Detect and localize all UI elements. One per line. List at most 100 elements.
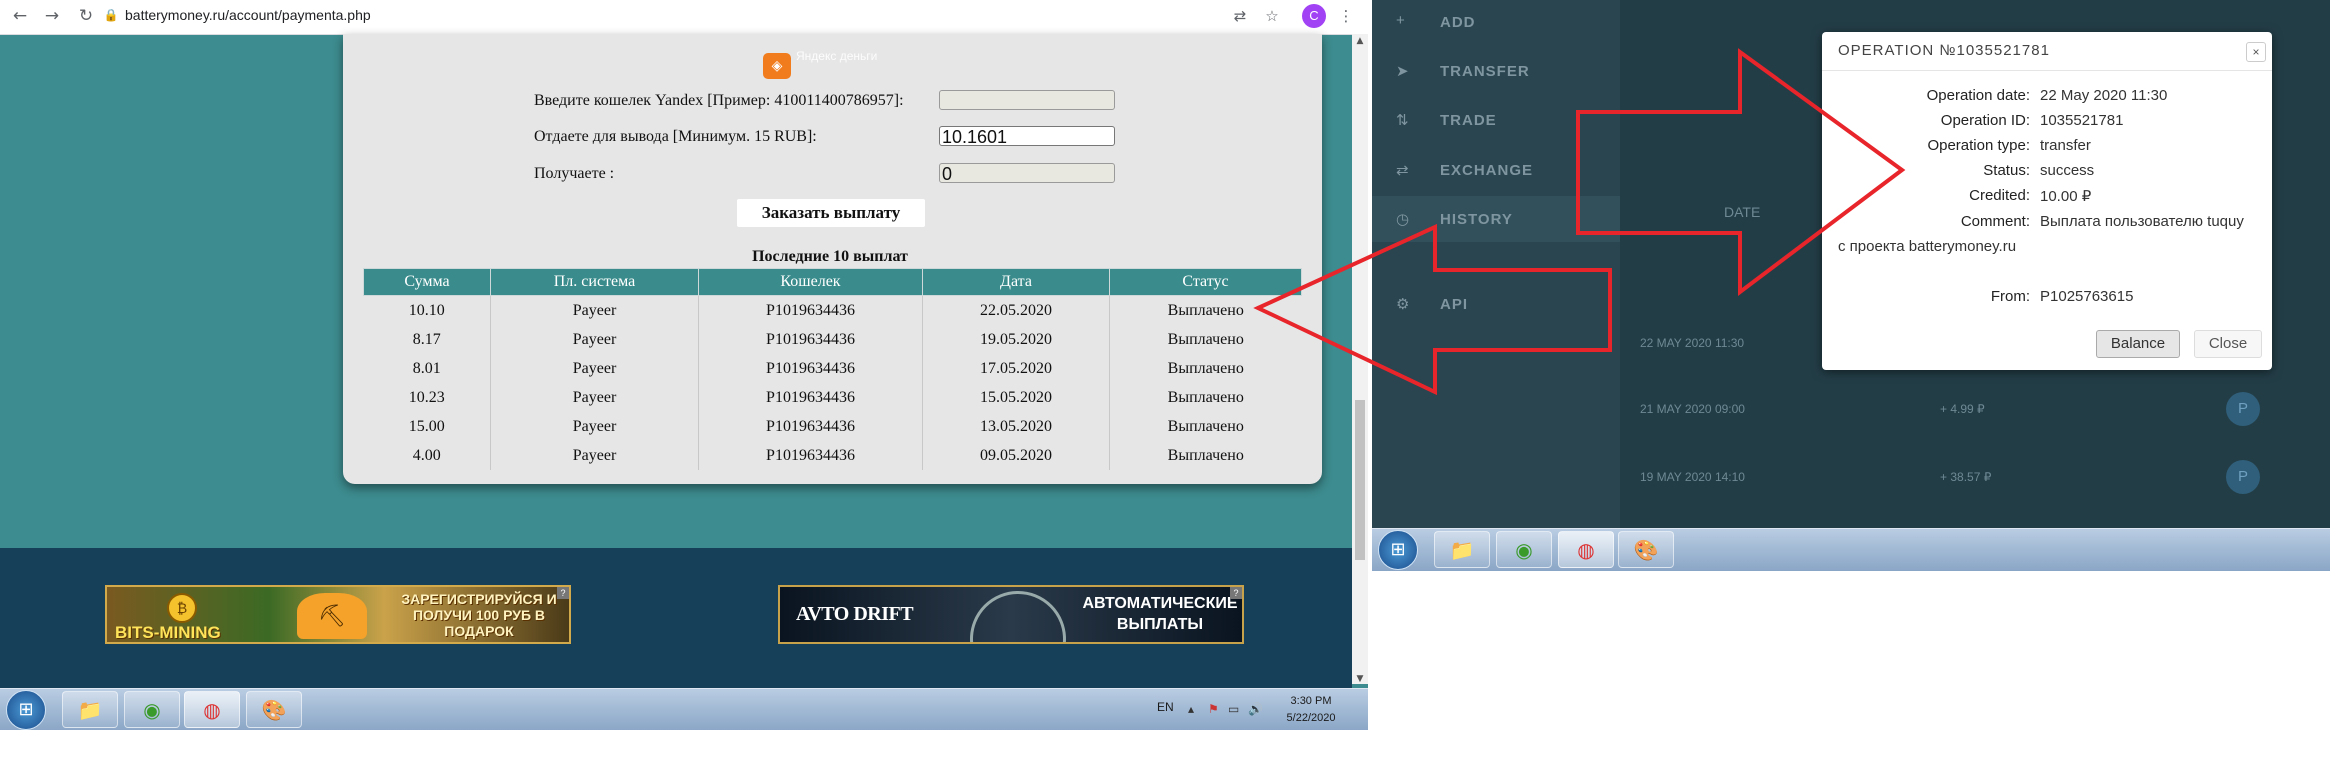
payeer-logo: P: [2226, 392, 2260, 426]
sidebar-item-trade[interactable]: TRADE: [1440, 112, 1497, 129]
comment-value-continued: с проекта batterymoney.ru: [1838, 238, 2017, 255]
transfer-icon: ➤: [1396, 63, 1409, 80]
comment-label: Comment:: [1960, 213, 2030, 230]
system-cell: Payeer: [490, 441, 699, 470]
system-cell: Payeer: [490, 325, 699, 354]
status-cell: Выплачено: [1167, 301, 1244, 319]
scroll-down-icon[interactable]: ▼: [1352, 672, 1368, 686]
taskbar-app-green[interactable]: ◉: [1496, 531, 1552, 568]
yandex-money-logo: ◈: [763, 53, 791, 79]
folder-icon: 📁: [77, 698, 103, 722]
app-icon: ◉: [143, 698, 161, 722]
address-bar[interactable]: batterymoney.ru/account/paymenta.php: [125, 7, 371, 23]
date-cell: 09.05.2020: [922, 441, 1110, 470]
sidebar-item-transfer[interactable]: TRANSFER: [1440, 63, 1530, 80]
lock-icon[interactable]: 🔒: [103, 6, 119, 24]
amount-cell: 4.00: [363, 441, 491, 470]
wallet-input[interactable]: [939, 90, 1115, 110]
amount-cell: 10.10: [363, 295, 491, 325]
system-cell: Payeer: [490, 383, 699, 412]
clock[interactable]: 3:30 PM 5/22/2020: [1276, 693, 1346, 727]
status-cell: Выплачено: [1167, 417, 1244, 435]
volume-icon[interactable]: 🔊: [1248, 702, 1263, 716]
status-cell: Выплачено: [1167, 446, 1244, 464]
wallet-cell: P1019634436: [698, 383, 923, 412]
sidebar-item-api[interactable]: API: [1440, 296, 1468, 313]
date-cell: 17.05.2020: [922, 354, 1110, 383]
sidebar-item-add[interactable]: ADD: [1440, 14, 1476, 31]
chrome-icon: ◍: [203, 698, 221, 722]
taskbar-chrome[interactable]: ◍: [184, 691, 240, 728]
action-center-icon[interactable]: ⚑: [1208, 702, 1219, 716]
chrome-icon: ◍: [1577, 538, 1595, 562]
start-button[interactable]: ⊞: [6, 690, 46, 730]
paint-icon: 🎨: [261, 698, 287, 722]
close-button[interactable]: Close: [2194, 330, 2262, 358]
column-header: Кошелек: [698, 268, 923, 296]
amount-cell: 10.23: [363, 383, 491, 412]
column-header: Пл. система: [490, 268, 699, 296]
payouts-header-row: Сумма Пл. система Кошелек Дата Статус: [363, 268, 1302, 296]
tray-expand-icon[interactable]: ▴: [1188, 702, 1194, 716]
taskbar-app-green[interactable]: ◉: [124, 691, 180, 728]
operation-type-label: Operation type:: [1927, 137, 2030, 154]
table-row: 15.00 Payeer P1019634436 13.05.2020 Выпл…: [363, 412, 1302, 441]
payouts-table: Сумма Пл. система Кошелек Дата Статус 10…: [363, 268, 1302, 470]
scrollbar-thumb[interactable]: [1355, 400, 1365, 560]
table-row: 10.23 Payeer P1019634436 15.05.2020 Выпл…: [363, 383, 1302, 412]
table-row: 4.00 Payeer P1019634436 09.05.2020 Выпла…: [363, 441, 1302, 470]
yandex-logo-text: Яндекс деньги: [796, 49, 878, 63]
taskbar-chrome[interactable]: ◍: [1558, 531, 1614, 568]
table-row: 10.10 Payeer P1019634436 22.05.2020 Выпл…: [363, 295, 1302, 325]
wallet-cell: P1019634436: [698, 441, 923, 470]
payeer-logo: P: [2226, 460, 2260, 494]
date-cell: 22.05.2020: [922, 295, 1110, 325]
bits-mining-banner[interactable]: ₿ ⛏ BITS-MINING ЗАРЕГИСТРИРУЙСЯ И ПОЛУЧИ…: [105, 585, 571, 644]
clock-date: 5/22/2020: [1286, 712, 1336, 724]
browser-menu-icon[interactable]: ⋮: [1334, 4, 1358, 28]
column-header: Сумма: [363, 268, 491, 296]
ad-info-icon[interactable]: ?: [557, 587, 569, 599]
reload-icon[interactable]: ↻: [74, 4, 98, 28]
scroll-up-icon[interactable]: ▲: [1352, 34, 1368, 48]
receive-label: Получаете :: [534, 165, 615, 182]
network-icon[interactable]: ▭: [1228, 702, 1239, 716]
amount-cell: 8.01: [363, 354, 491, 383]
taskbar-explorer[interactable]: 📁: [1434, 531, 1490, 568]
bookmark-star-icon[interactable]: ☆: [1260, 4, 1284, 28]
clock-time: 3:30 PM: [1290, 695, 1332, 707]
dialog-title: OPERATION №1035521781: [1838, 42, 2050, 59]
history-row-date: 19 MAY 2020 14:10: [1640, 470, 1745, 484]
profile-avatar[interactable]: C: [1302, 4, 1326, 28]
browser-toolbar: ← → ↻ 🔒 batterymoney.ru/account/paymenta…: [0, 0, 1368, 35]
language-indicator[interactable]: EN: [1157, 700, 1174, 714]
taskbar-explorer[interactable]: 📁: [62, 691, 118, 728]
order-payout-button[interactable]: Заказать выплату: [737, 199, 925, 227]
taskbar-paint[interactable]: 🎨: [246, 691, 302, 728]
sidebar-item-history[interactable]: HISTORY: [1440, 211, 1513, 228]
column-header: Статус: [1109, 268, 1302, 296]
forward-icon[interactable]: →: [40, 4, 64, 28]
taskbar-paint[interactable]: 🎨: [1618, 531, 1674, 568]
date-cell: 19.05.2020: [922, 325, 1110, 354]
page-scrollbar[interactable]: [1352, 34, 1368, 684]
wallet-cell: P1019634436: [698, 412, 923, 441]
back-icon[interactable]: ←: [8, 4, 32, 28]
coin-icon: ₿: [167, 593, 197, 623]
close-icon[interactable]: ×: [2246, 42, 2266, 62]
sidebar-item-exchange[interactable]: EXCHANGE: [1440, 162, 1533, 179]
status-cell: Выплачено: [1167, 359, 1244, 377]
history-row-amount: + 38.57 ₽: [1940, 470, 1992, 484]
history-row-amount: + 4.99 ₽: [1940, 402, 1985, 416]
date-cell: 13.05.2020: [922, 412, 1110, 441]
date-cell: 15.05.2020: [922, 383, 1110, 412]
amount-cell: 15.00: [363, 412, 491, 441]
ad-info-icon[interactable]: ?: [1230, 587, 1242, 599]
avto-drift-banner[interactable]: AVTO DRIFT АВТОМАТИЧЕСКИЕ ВЫПЛАТЫ ?: [778, 585, 1244, 644]
balance-button[interactable]: Balance: [2096, 330, 2180, 358]
table-row: 8.01 Payeer P1019634436 17.05.2020 Выпла…: [363, 354, 1302, 383]
avto-drift-title: AVTO DRIFT: [796, 603, 914, 625]
start-button[interactable]: ⊞: [1378, 530, 1418, 570]
translate-icon[interactable]: ⇄: [1228, 4, 1252, 28]
withdraw-amount-input[interactable]: 10.1601: [939, 126, 1115, 147]
